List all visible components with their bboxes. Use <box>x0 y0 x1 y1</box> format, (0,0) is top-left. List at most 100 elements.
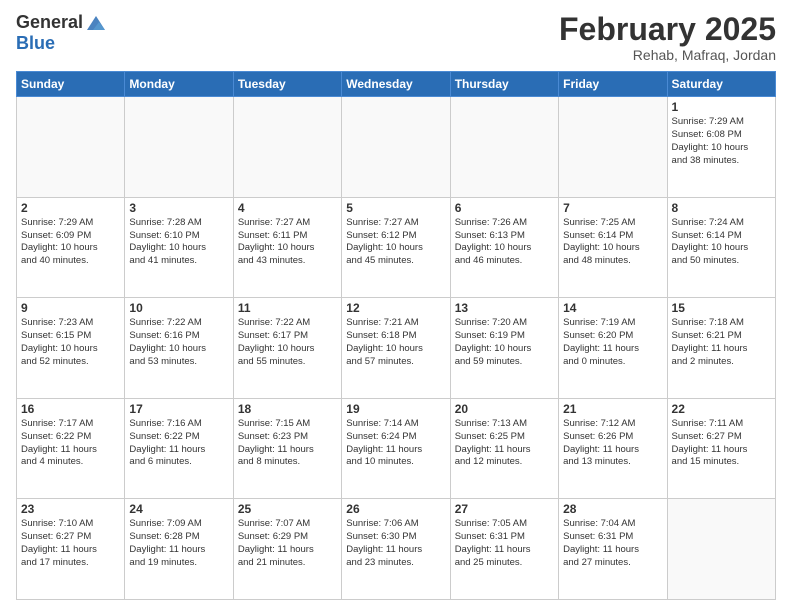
day-info: Sunrise: 7:15 AM <box>238 418 337 431</box>
day-info: Sunrise: 7:07 AM <box>238 518 337 531</box>
day-info: and 46 minutes. <box>455 255 554 268</box>
day-info: Sunrise: 7:06 AM <box>346 518 445 531</box>
calendar-cell <box>667 499 775 600</box>
day-info: and 25 minutes. <box>455 557 554 570</box>
day-info: Sunrise: 7:10 AM <box>21 518 120 531</box>
day-info: and 13 minutes. <box>563 456 662 469</box>
day-header-friday: Friday <box>559 72 667 97</box>
calendar-cell: 13Sunrise: 7:20 AMSunset: 6:19 PMDayligh… <box>450 298 558 399</box>
day-info: Sunrise: 7:28 AM <box>129 217 228 230</box>
day-info: Daylight: 10 hours <box>563 242 662 255</box>
day-info: Daylight: 10 hours <box>21 343 120 356</box>
day-number: 12 <box>346 301 445 315</box>
day-info: Sunset: 6:22 PM <box>21 431 120 444</box>
day-info: Daylight: 11 hours <box>563 343 662 356</box>
calendar-cell: 8Sunrise: 7:24 AMSunset: 6:14 PMDaylight… <box>667 197 775 298</box>
calendar-cell: 20Sunrise: 7:13 AMSunset: 6:25 PMDayligh… <box>450 398 558 499</box>
day-info: and 45 minutes. <box>346 255 445 268</box>
day-info: Sunrise: 7:20 AM <box>455 317 554 330</box>
day-info: Sunset: 6:27 PM <box>672 431 771 444</box>
day-header-tuesday: Tuesday <box>233 72 341 97</box>
calendar-cell <box>342 97 450 198</box>
day-info: and 2 minutes. <box>672 356 771 369</box>
day-number: 7 <box>563 201 662 215</box>
calendar-cell: 16 Sunrise: 7:17 AMSunset: 6:22 PMDayligh… <box>17 398 125 499</box>
calendar-cell: 11Sunrise: 7:22 AMSunset: 6:17 PMDayligh… <box>233 298 341 399</box>
day-info: Sunset: 6:22 PM <box>129 431 228 444</box>
day-number: 13 <box>455 301 554 315</box>
calendar-cell: 2Sunrise: 7:29 AMSunset: 6:09 PMDaylight… <box>17 197 125 298</box>
day-info: Sunset: 6:19 PM <box>455 330 554 343</box>
day-info: and 41 minutes. <box>129 255 228 268</box>
day-number: 19 <box>346 402 445 416</box>
month-title: February 2025 <box>559 12 776 47</box>
day-info: Daylight: 10 hours <box>238 242 337 255</box>
day-info: Daylight: 11 hours <box>21 444 120 457</box>
calendar-cell: 9Sunrise: 7:23 AMSunset: 6:15 PMDaylight… <box>17 298 125 399</box>
day-info: Sunset: 6:17 PM <box>238 330 337 343</box>
day-info: Sunrise: 7:27 AM <box>346 217 445 230</box>
calendar-cell <box>450 97 558 198</box>
day-info: Sunset: 6:30 PM <box>346 531 445 544</box>
day-info: and 43 minutes. <box>238 255 337 268</box>
day-info: Daylight: 10 hours <box>672 142 771 155</box>
day-info: Daylight: 10 hours <box>129 343 228 356</box>
day-number: 9 <box>21 301 120 315</box>
day-number: 18 <box>238 402 337 416</box>
logo-icon <box>85 12 107 34</box>
day-info: Sunrise: 7:17 AM <box>21 418 120 431</box>
day-number: 26 <box>346 502 445 516</box>
calendar-cell <box>559 97 667 198</box>
day-info: Sunset: 6:18 PM <box>346 330 445 343</box>
day-info: and 8 minutes. <box>238 456 337 469</box>
day-info: Sunrise: 7:19 AM <box>563 317 662 330</box>
calendar-table: SundayMondayTuesdayWednesdayThursdayFrid… <box>16 71 776 600</box>
logo-general: General <box>16 13 83 33</box>
day-info: Sunrise: 7:13 AM <box>455 418 554 431</box>
calendar-cell: 27Sunrise: 7:05 AMSunset: 6:31 PMDayligh… <box>450 499 558 600</box>
calendar-cell: 4Sunrise: 7:27 AMSunset: 6:11 PMDaylight… <box>233 197 341 298</box>
day-info: Sunrise: 7:18 AM <box>672 317 771 330</box>
day-info: Daylight: 10 hours <box>21 242 120 255</box>
calendar-cell: 22Sunrise: 7:11 AMSunset: 6:27 PMDayligh… <box>667 398 775 499</box>
calendar-cell: 24Sunrise: 7:09 AMSunset: 6:28 PMDayligh… <box>125 499 233 600</box>
day-info: Daylight: 11 hours <box>563 444 662 457</box>
calendar-cell: 12Sunrise: 7:21 AMSunset: 6:18 PMDayligh… <box>342 298 450 399</box>
calendar-cell: 6Sunrise: 7:26 AMSunset: 6:13 PMDaylight… <box>450 197 558 298</box>
day-info: Daylight: 10 hours <box>238 343 337 356</box>
calendar-cell: 5Sunrise: 7:27 AMSunset: 6:12 PMDaylight… <box>342 197 450 298</box>
calendar-cell <box>17 97 125 198</box>
day-info: Sunset: 6:08 PM <box>672 129 771 142</box>
day-number: 25 <box>238 502 337 516</box>
day-info: and 10 minutes. <box>346 456 445 469</box>
day-info: Sunset: 6:09 PM <box>21 230 120 243</box>
day-info: Sunset: 6:23 PM <box>238 431 337 444</box>
calendar-cell: 1Sunrise: 7:29 AMSunset: 6:08 PMDaylight… <box>667 97 775 198</box>
day-number: 21 <box>563 402 662 416</box>
day-info: Sunset: 6:31 PM <box>563 531 662 544</box>
day-info: Sunrise: 7:04 AM <box>563 518 662 531</box>
day-info: Daylight: 11 hours <box>129 444 228 457</box>
calendar-cell <box>125 97 233 198</box>
day-number: 24 <box>129 502 228 516</box>
day-info: and 53 minutes. <box>129 356 228 369</box>
day-info: Sunrise: 7:16 AM <box>129 418 228 431</box>
day-info: Daylight: 11 hours <box>563 544 662 557</box>
day-info: Sunset: 6:14 PM <box>672 230 771 243</box>
calendar-cell: 10Sunrise: 7:22 AMSunset: 6:16 PMDayligh… <box>125 298 233 399</box>
day-info: Sunset: 6:25 PM <box>455 431 554 444</box>
day-info: Sunrise: 7:22 AM <box>238 317 337 330</box>
day-info: Sunset: 6:20 PM <box>563 330 662 343</box>
day-number: 16 <box>21 402 120 416</box>
day-info: Sunrise: 7:27 AM <box>238 217 337 230</box>
day-info: Sunrise: 7:29 AM <box>21 217 120 230</box>
day-info: Sunset: 6:11 PM <box>238 230 337 243</box>
calendar-cell: 26 Sunrise: 7:06 AMSunset: 6:30 PMDayligh… <box>342 499 450 600</box>
day-info: Sunset: 6:14 PM <box>563 230 662 243</box>
day-info: and 27 minutes. <box>563 557 662 570</box>
day-info: Sunrise: 7:12 AM <box>563 418 662 431</box>
day-info: and 17 minutes. <box>21 557 120 570</box>
day-info: Sunset: 6:24 PM <box>346 431 445 444</box>
day-info: Daylight: 11 hours <box>21 544 120 557</box>
day-info: Daylight: 11 hours <box>346 544 445 557</box>
